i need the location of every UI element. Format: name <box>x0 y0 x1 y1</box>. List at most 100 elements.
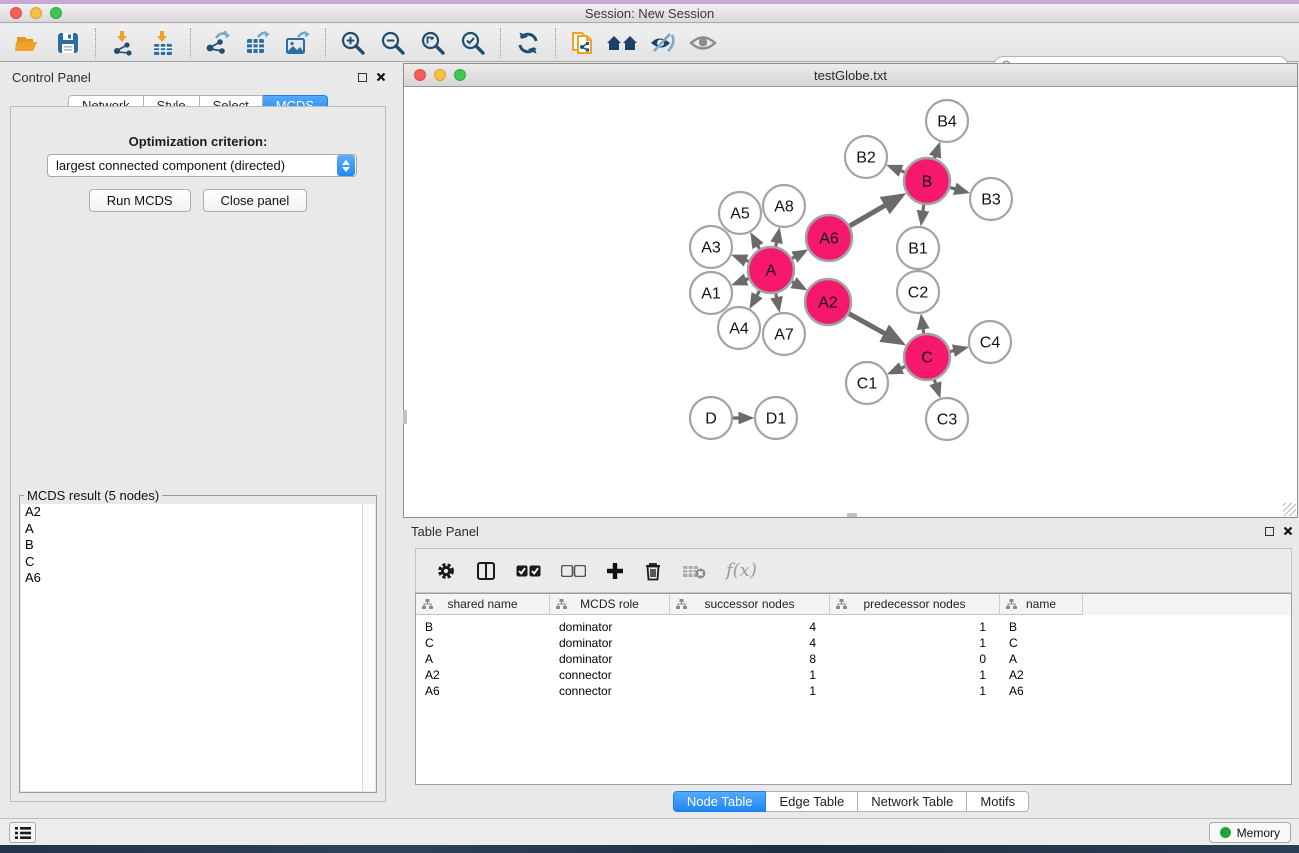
network-canvas[interactable]: B4 B2 B B3 A8A5 A6 A3 B1 A C2 A1 A2 A4A7 C4 C C1 D D1 C3 <box>404 88 1297 517</box>
graph-node-A2[interactable]: A2 <box>805 279 851 325</box>
select-all-rows-button[interactable] <box>516 565 541 577</box>
result-item[interactable]: A2 <box>21 504 375 521</box>
zoom-out-button[interactable] <box>373 27 413 59</box>
graph-node-C3[interactable]: C3 <box>926 398 968 440</box>
deselect-all-rows-button[interactable] <box>561 565 586 577</box>
toolbar-separator <box>190 28 191 58</box>
svg-text:C2: C2 <box>908 285 929 302</box>
column-header-predecessor-nodes[interactable]: predecessor nodes <box>830 594 1000 615</box>
result-item[interactable]: A6 <box>21 570 375 587</box>
network-zoom-button[interactable] <box>454 69 466 81</box>
delete-table-button[interactable] <box>682 563 706 579</box>
close-panel-button[interactable]: Close panel <box>203 189 308 212</box>
result-item[interactable]: B <box>21 537 375 554</box>
function-builder-button[interactable]: f(x) <box>726 560 757 581</box>
column-header-successor-nodes[interactable]: successor nodes <box>670 594 830 615</box>
refresh-button[interactable] <box>508 27 548 59</box>
network-vscroll-thumb[interactable] <box>403 410 407 424</box>
close-panel-icon[interactable] <box>1283 526 1293 536</box>
zoom-selected-button[interactable] <box>453 27 493 59</box>
graph-node-A[interactable]: A <box>748 247 794 293</box>
table-row[interactable]: A6connector11A6 <box>416 683 1291 699</box>
export-table-button[interactable] <box>238 27 278 59</box>
graph-node-B[interactable]: B <box>904 158 950 204</box>
plus-icon <box>606 562 624 580</box>
refresh-icon <box>515 31 541 55</box>
table-settings-button[interactable] <box>436 561 456 581</box>
graph-node-C2[interactable]: C2 <box>897 271 939 313</box>
graph-node-D1[interactable]: D1 <box>755 397 797 439</box>
graph-edge-A6-B[interactable] <box>847 197 900 228</box>
result-item[interactable]: C <box>21 554 375 571</box>
tab-motifs[interactable]: Motifs <box>967 791 1029 812</box>
gear-icon <box>436 561 456 581</box>
clone-network-button[interactable] <box>563 27 603 59</box>
criterion-dropdown[interactable]: largest connected component (directed) <box>47 154 357 177</box>
zoom-window-button[interactable] <box>50 7 62 19</box>
minimize-window-button[interactable] <box>30 7 42 19</box>
graph-node-B1[interactable]: B1 <box>897 227 939 269</box>
table-cell: 1 <box>830 620 1000 634</box>
graph-node-D[interactable]: D <box>690 397 732 439</box>
run-mcds-button[interactable]: Run MCDS <box>89 189 191 212</box>
graph-node-C4[interactable]: C4 <box>969 321 1011 363</box>
hide-selected-button[interactable] <box>643 27 683 59</box>
float-panel-icon[interactable] <box>358 73 367 82</box>
export-image-button[interactable] <box>278 27 318 59</box>
table-row[interactable]: A2connector11A2 <box>416 667 1291 683</box>
tab-node-table[interactable]: Node Table <box>673 791 767 812</box>
network-close-button[interactable] <box>414 69 426 81</box>
node-table[interactable]: shared nameMCDS rolesuccessor nodesprede… <box>415 593 1292 785</box>
graph-node-A4[interactable]: A4 <box>718 307 760 349</box>
mcds-result-list[interactable]: A2ABCA6 <box>21 504 375 791</box>
show-all-button[interactable] <box>683 27 723 59</box>
network-minimize-button[interactable] <box>434 69 446 81</box>
attribute-type-icon <box>422 599 433 609</box>
network-hscroll-thumb[interactable] <box>847 513 857 517</box>
column-header-name[interactable]: name <box>1000 594 1083 615</box>
table-row[interactable]: Cdominator41C <box>416 635 1291 651</box>
close-window-button[interactable] <box>10 7 22 19</box>
tab-edge-table[interactable]: Edge Table <box>766 791 858 812</box>
memory-button[interactable]: Memory <box>1209 822 1291 843</box>
task-history-button[interactable] <box>9 822 36 843</box>
table-row[interactable]: Adominator80A <box>416 651 1291 667</box>
tab-network-table[interactable]: Network Table <box>858 791 967 812</box>
graph-node-A8[interactable]: A8 <box>763 185 805 227</box>
graph-node-A6[interactable]: A6 <box>806 215 852 261</box>
table-cell: dominator <box>550 652 670 666</box>
network-resize-grip[interactable] <box>1283 503 1296 516</box>
table-row[interactable]: Bdominator41B <box>416 619 1291 635</box>
column-header-MCDS-role[interactable]: MCDS role <box>550 594 670 615</box>
graph-node-A1[interactable]: A1 <box>690 272 732 314</box>
graph-node-A5[interactable]: A5 <box>719 192 761 234</box>
import-network-button[interactable] <box>103 27 143 59</box>
graph-node-B3[interactable]: B3 <box>970 178 1012 220</box>
graph-node-C[interactable]: C <box>904 334 950 380</box>
delete-column-button[interactable] <box>644 561 662 581</box>
show-column-button[interactable] <box>476 561 496 581</box>
graph-node-B2[interactable]: B2 <box>845 136 887 178</box>
network-window-titlebar[interactable]: testGlobe.txt <box>404 64 1297 87</box>
graph-node-C1[interactable]: C1 <box>846 362 888 404</box>
graph-node-A7[interactable]: A7 <box>763 313 805 355</box>
zoom-fit-button[interactable] <box>413 27 453 59</box>
create-column-button[interactable] <box>606 562 624 580</box>
graph-node-B4[interactable]: B4 <box>926 100 968 142</box>
graph-edge-A2-C[interactable] <box>846 312 900 342</box>
save-session-button[interactable] <box>48 27 88 59</box>
result-scrollbar[interactable] <box>362 504 375 791</box>
zoom-in-button[interactable] <box>333 27 373 59</box>
dropdown-stepper-icon <box>337 155 355 176</box>
export-network-button[interactable] <box>198 27 238 59</box>
open-file-button[interactable] <box>8 27 48 59</box>
float-panel-icon[interactable] <box>1265 527 1274 536</box>
first-neighbors-button[interactable] <box>603 27 643 59</box>
table-cell: dominator <box>550 620 670 634</box>
result-item[interactable]: A <box>21 521 375 538</box>
column-header-shared-name[interactable]: shared name <box>416 594 550 615</box>
desktop-background-strip <box>0 845 1299 853</box>
close-panel-icon[interactable] <box>376 72 386 82</box>
graph-node-A3[interactable]: A3 <box>690 226 732 268</box>
import-table-button[interactable] <box>143 27 183 59</box>
